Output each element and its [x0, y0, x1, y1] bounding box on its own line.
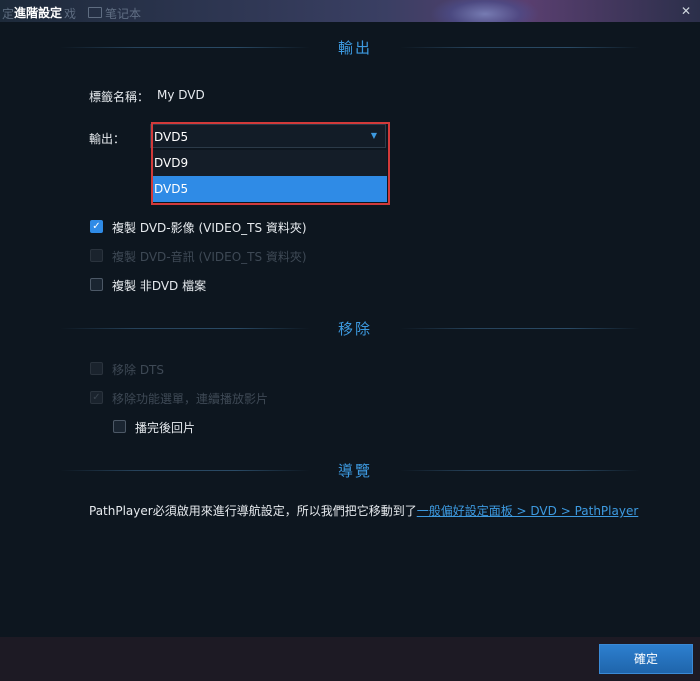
background-menu-text: 笔记本 — [105, 7, 142, 21]
footer-bar — [0, 637, 700, 681]
rewind-after-play-checkbox[interactable] — [113, 420, 126, 433]
output-label: 輸出： — [89, 132, 126, 146]
section-title-navigation: 導覽 — [337, 462, 372, 480]
divider — [60, 328, 310, 329]
navigation-section-header: 導覽 — [0, 458, 700, 482]
divider — [60, 470, 310, 471]
rewind-after-play-label: 播完後回片 — [135, 421, 196, 435]
label-name-label: 標籤名稱： — [89, 90, 150, 104]
copy-dvd-audio-label: 複製 DVD-音訊 (VIDEO_TS 資料夾) — [112, 250, 307, 264]
section-title-output: 輸出 — [337, 39, 372, 57]
section-title-remove: 移除 — [337, 320, 372, 338]
title-bar: 定 戏 笔记本 進階設定 ✕ — [0, 0, 700, 22]
copy-dvd-video-label: 複製 DVD-影像 (VIDEO_TS 資料夾) — [112, 221, 307, 235]
remove-section-header: 移除 — [0, 316, 700, 340]
folder-icon — [88, 7, 102, 18]
copy-dvd-audio-checkbox[interactable] — [90, 249, 103, 262]
background-menu-text: 戏 — [64, 7, 77, 21]
dropdown-option-dvd5[interactable]: DVD5 — [153, 176, 387, 202]
divider — [60, 47, 310, 48]
divider — [400, 328, 640, 329]
navigation-info: PathPlayer必須啟用來進行導航設定，所以我們把它移動到了一般偏好設定面板… — [89, 502, 638, 519]
remove-menu-label: 移除功能選單，連續播放影片 — [112, 392, 269, 406]
navigation-info-text: PathPlayer必須啟用來進行導航設定，所以我們把它移動到了 — [89, 504, 417, 518]
chevron-down-icon: ▼ — [370, 131, 377, 140]
divider — [400, 47, 640, 48]
preferences-link[interactable]: 一般偏好設定面板 > DVD > PathPlayer — [417, 504, 639, 518]
dropdown-option-dvd9[interactable]: DVD9 — [153, 150, 387, 176]
remove-dts-checkbox[interactable] — [90, 362, 103, 375]
background-menu-text: 定 — [2, 7, 15, 21]
remove-menu-checkbox[interactable]: ✓ — [90, 391, 103, 404]
window-title: 進階設定 — [14, 6, 63, 20]
title-bar-decoration — [430, 0, 540, 22]
label-name-value: My DVD — [157, 88, 205, 102]
divider — [400, 470, 640, 471]
close-icon[interactable]: ✕ — [678, 3, 694, 19]
copy-non-dvd-label: 複製 非DVD 檔案 — [112, 279, 207, 293]
output-section-header: 輸出 — [0, 35, 700, 59]
ok-button[interactable]: 確定 — [599, 644, 693, 674]
copy-non-dvd-checkbox[interactable] — [90, 278, 103, 291]
output-format-selected-value: DVD5 — [154, 130, 189, 144]
remove-dts-label: 移除 DTS — [112, 363, 165, 377]
output-format-select[interactable]: DVD5 ▼ — [150, 124, 386, 148]
copy-dvd-video-checkbox[interactable]: ✓ — [90, 220, 103, 233]
